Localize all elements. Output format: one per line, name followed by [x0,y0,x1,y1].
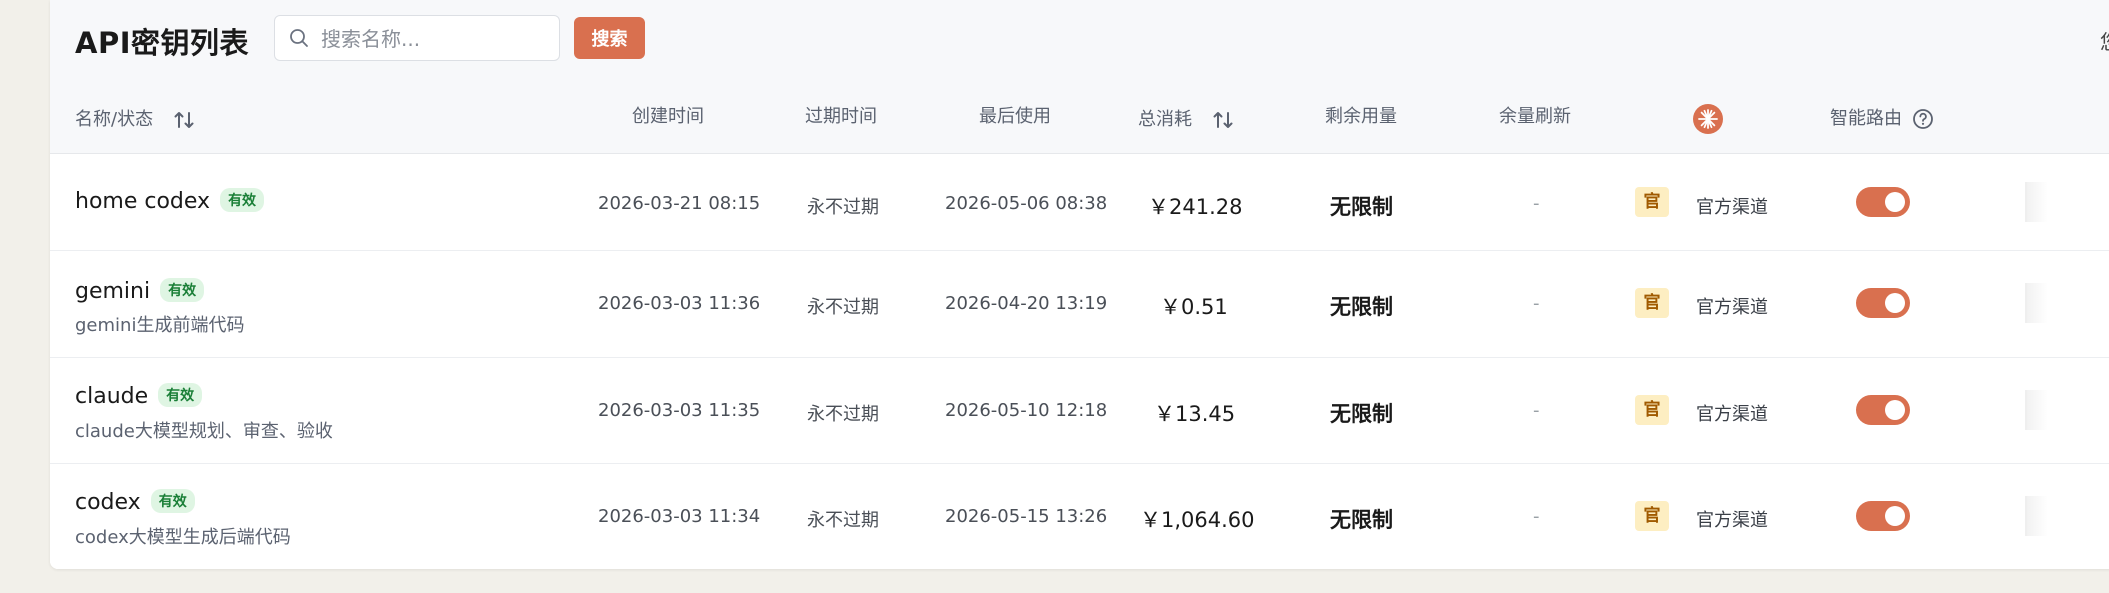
status-badge: 有效 [220,188,265,212]
expire-time: 永不过期 [807,297,879,318]
remaining-quota: 无限制 [1330,402,1393,426]
channel-name: 官方渠道 [1696,197,1768,218]
toggle-knob [1885,400,1905,420]
smart-route-toggle[interactable] [1856,187,1910,217]
last-used-time: 2026-05-15 13:26 [945,506,1108,527]
toggle-knob [1885,192,1905,212]
smart-route-toggle[interactable] [1856,395,1910,425]
search-button[interactable]: 搜索 [574,17,645,59]
search-input[interactable] [319,24,553,54]
official-badge: 官 [1635,395,1669,425]
remaining-quota: 无限制 [1330,508,1393,532]
key-name-cell: claude 有效 [75,383,203,409]
official-badge: 官 [1635,288,1669,318]
help-icon[interactable] [1912,108,1934,130]
total-cost: ￥13.45 [1154,402,1236,426]
channel-name: 官方渠道 [1696,510,1768,531]
key-name: gemini [75,279,151,304]
created-time: 2026-03-03 11:35 [598,400,761,421]
th-total-cost-label: 总消耗 [1138,109,1192,130]
total-cost: ￥241.28 [1148,195,1243,219]
quota-refresh: - [1533,400,1540,421]
expire-time: 永不过期 [807,510,879,531]
table-row[interactable]: home codex 有效 2026-03-21 08:15 永不过期 2026-… [50,154,2109,251]
channel-badge: 官 [1635,395,1669,425]
key-name: home codex [75,189,211,214]
channel-name: 官方渠道 [1696,404,1768,425]
table-header: 名称/状态 创建时间 过期时间 最后使用 总消耗 剩余用量 余量刷新 智能路由 [50,81,2109,154]
th-last-used: 最后使用 [979,106,1051,127]
official-badge: 官 [1635,187,1669,217]
quota-refresh: - [1533,293,1540,314]
expire-time: 永不过期 [807,197,879,218]
toolbar: API密钥列表 搜索 您i [50,0,2109,82]
th-name-status-label: 名称/状态 [75,109,154,130]
row-actions-area [2025,390,2109,430]
th-refresh: 余量刷新 [1499,106,1571,127]
th-total-cost[interactable]: 总消耗 [1138,105,1234,131]
remaining-quota: 无限制 [1330,295,1393,319]
created-time: 2026-03-21 08:15 [598,193,761,214]
search-icon [290,29,308,47]
channel-badge: 官 [1635,288,1669,318]
th-smart-route-label: 智能路由 [1830,108,1902,129]
created-time: 2026-03-03 11:36 [598,293,761,314]
key-description: gemini生成前端代码 [75,315,245,336]
sort-icon[interactable] [1212,109,1234,131]
key-name-cell: home codex 有效 [75,188,265,214]
row-actions-area [2025,283,2109,323]
page-title: API密钥列表 [75,26,249,60]
row-actions-area [2025,182,2109,222]
api-key-card: API密钥列表 搜索 您i 名称/状态 创建时间 过期时间 最后使用 总消耗 [50,0,2109,569]
remaining-quota: 无限制 [1330,195,1393,219]
smart-route-toggle[interactable] [1856,288,1910,318]
created-time: 2026-03-03 11:34 [598,506,761,527]
expire-time: 永不过期 [807,404,879,425]
last-used-time: 2026-05-06 08:38 [945,193,1108,214]
search-box[interactable] [274,15,560,61]
table-row[interactable]: gemini 有效 gemini生成前端代码 2026-03-03 11:36 永… [50,251,2109,358]
smart-route-toggle[interactable] [1856,501,1910,531]
channel-badge: 官 [1635,501,1669,531]
quota-refresh: - [1533,193,1540,214]
toggle-knob [1885,506,1905,526]
key-name: codex [75,490,141,515]
row-actions-area [2025,496,2109,536]
key-name: claude [75,384,149,409]
last-used-time: 2026-04-20 13:19 [945,293,1108,314]
status-badge: 有效 [160,278,205,302]
th-created: 创建时间 [632,106,704,127]
key-name-cell: gemini 有效 [75,278,205,304]
table-row[interactable]: codex 有效 codex大模型生成后端代码 2026-03-03 11:34 … [50,464,2109,569]
official-badge: 官 [1635,501,1669,531]
toggle-knob [1885,293,1905,313]
key-description: claude大模型规划、审查、验收 [75,421,333,442]
quota-refresh: - [1533,506,1540,527]
th-remaining: 剩余用量 [1325,106,1397,127]
key-name-cell: codex 有效 [75,489,195,515]
key-description: codex大模型生成后端代码 [75,527,291,548]
channel-name: 官方渠道 [1696,297,1768,318]
last-used-time: 2026-05-10 12:18 [945,400,1108,421]
th-name-status[interactable]: 名称/状态 [75,105,195,131]
total-cost: ￥1,064.60 [1140,508,1255,532]
table-row[interactable]: claude 有效 claude大模型规划、审查、验收 2026-03-03 11… [50,358,2109,464]
total-cost: ￥0.51 [1160,295,1228,319]
claude-logo-icon [1693,104,1723,134]
header-user-text: 您i [2100,26,2109,55]
sort-icon[interactable] [173,109,195,131]
channel-badge: 官 [1635,187,1669,217]
status-badge: 有效 [158,383,203,407]
status-badge: 有效 [150,489,195,513]
th-expires: 过期时间 [805,106,877,127]
th-smart-route: 智能路由 [1830,104,1934,130]
